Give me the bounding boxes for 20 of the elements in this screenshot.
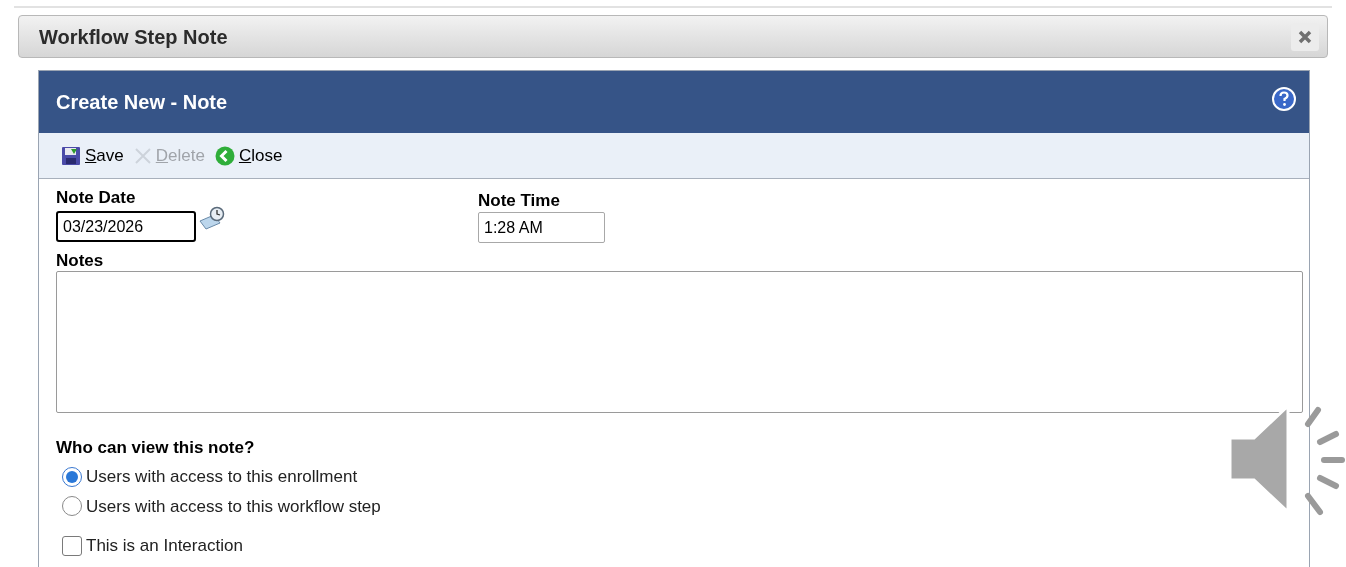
field-label: Note Time xyxy=(478,192,561,210)
radio-label: Users with access to this workflow step xyxy=(86,495,381,518)
checkbox-label: This is an Interaction xyxy=(86,535,243,557)
date-field[interactable]: 03/23/2026 xyxy=(56,211,196,242)
radio-button[interactable] xyxy=(62,466,82,487)
toolbar-button[interactable]: Save xyxy=(61,142,124,169)
help-icon[interactable] xyxy=(1272,87,1296,111)
question-label: Who can view this note? xyxy=(56,438,256,458)
field-label: Notes xyxy=(56,251,105,271)
time-field[interactable]: 1:28 AM xyxy=(478,212,605,243)
field-label: Note Date xyxy=(56,189,137,207)
dialog-title: Workflow Step Note xyxy=(39,24,228,50)
close-icon xyxy=(1298,29,1312,44)
notes-field[interactable] xyxy=(56,271,1303,413)
panel-title: Create New - Note xyxy=(56,90,228,115)
x-icon xyxy=(133,146,152,165)
toolbar-button[interactable]: Close xyxy=(214,142,283,169)
radio-label: Users with access to this enrollment xyxy=(86,466,358,488)
checkbox[interactable] xyxy=(62,535,82,556)
radio-button[interactable] xyxy=(62,496,82,517)
